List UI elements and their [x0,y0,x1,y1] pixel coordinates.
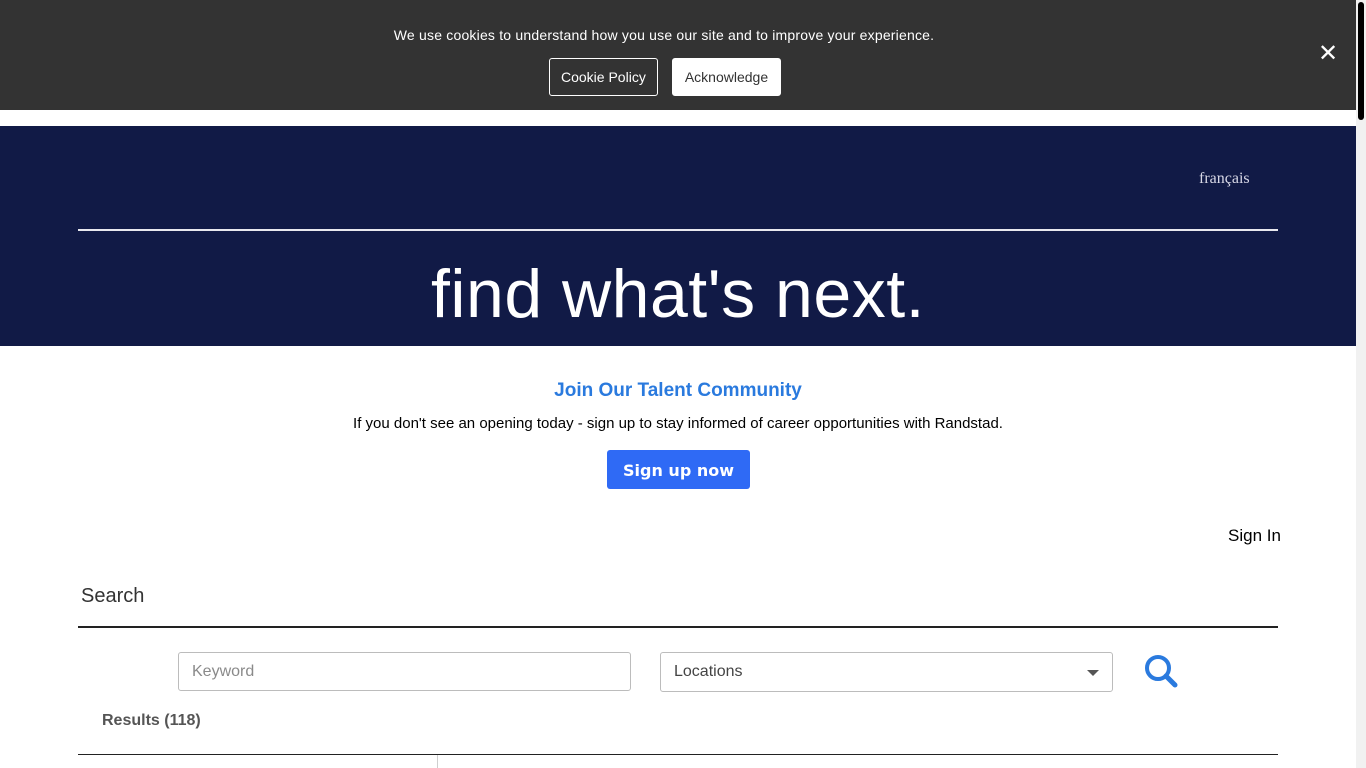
results-count: Results (118) [102,712,201,729]
cookie-policy-button[interactable]: Cookie Policy [549,58,658,96]
hero-title: find what's next. [431,256,925,332]
close-icon[interactable]: ✕ [1318,42,1338,66]
scrollbar-thumb[interactable] [1358,2,1364,120]
sign-up-button[interactable]: Sign up now [607,450,750,489]
cookie-actions: Cookie Policy Acknowledge [549,58,782,96]
page-scrollbar[interactable] [1356,0,1366,768]
cookie-message: We use cookies to understand how you use… [393,27,935,43]
keyword-input[interactable] [178,652,631,691]
language-link[interactable]: français [1199,170,1250,188]
search-heading: Search [81,585,145,607]
sign-in-link[interactable]: Sign In [1228,526,1281,546]
acknowledge-button[interactable]: Acknowledge [671,58,782,96]
hero-divider [78,229,1278,231]
column-divider [437,755,438,768]
search-divider [78,626,1278,628]
cookie-banner: We use cookies to understand how you use… [0,0,1356,110]
locations-select[interactable]: Locations [660,652,1113,692]
locations-select-value: Locations [674,663,743,680]
search-icon[interactable] [1140,652,1180,690]
hero-banner: français find what's next. [0,126,1356,346]
talent-community-title: Join Our Talent Community [554,380,802,401]
chevron-down-icon [1087,670,1099,676]
talent-community-text: If you don't see an opening today - sign… [353,415,1003,432]
results-divider [78,754,1278,755]
